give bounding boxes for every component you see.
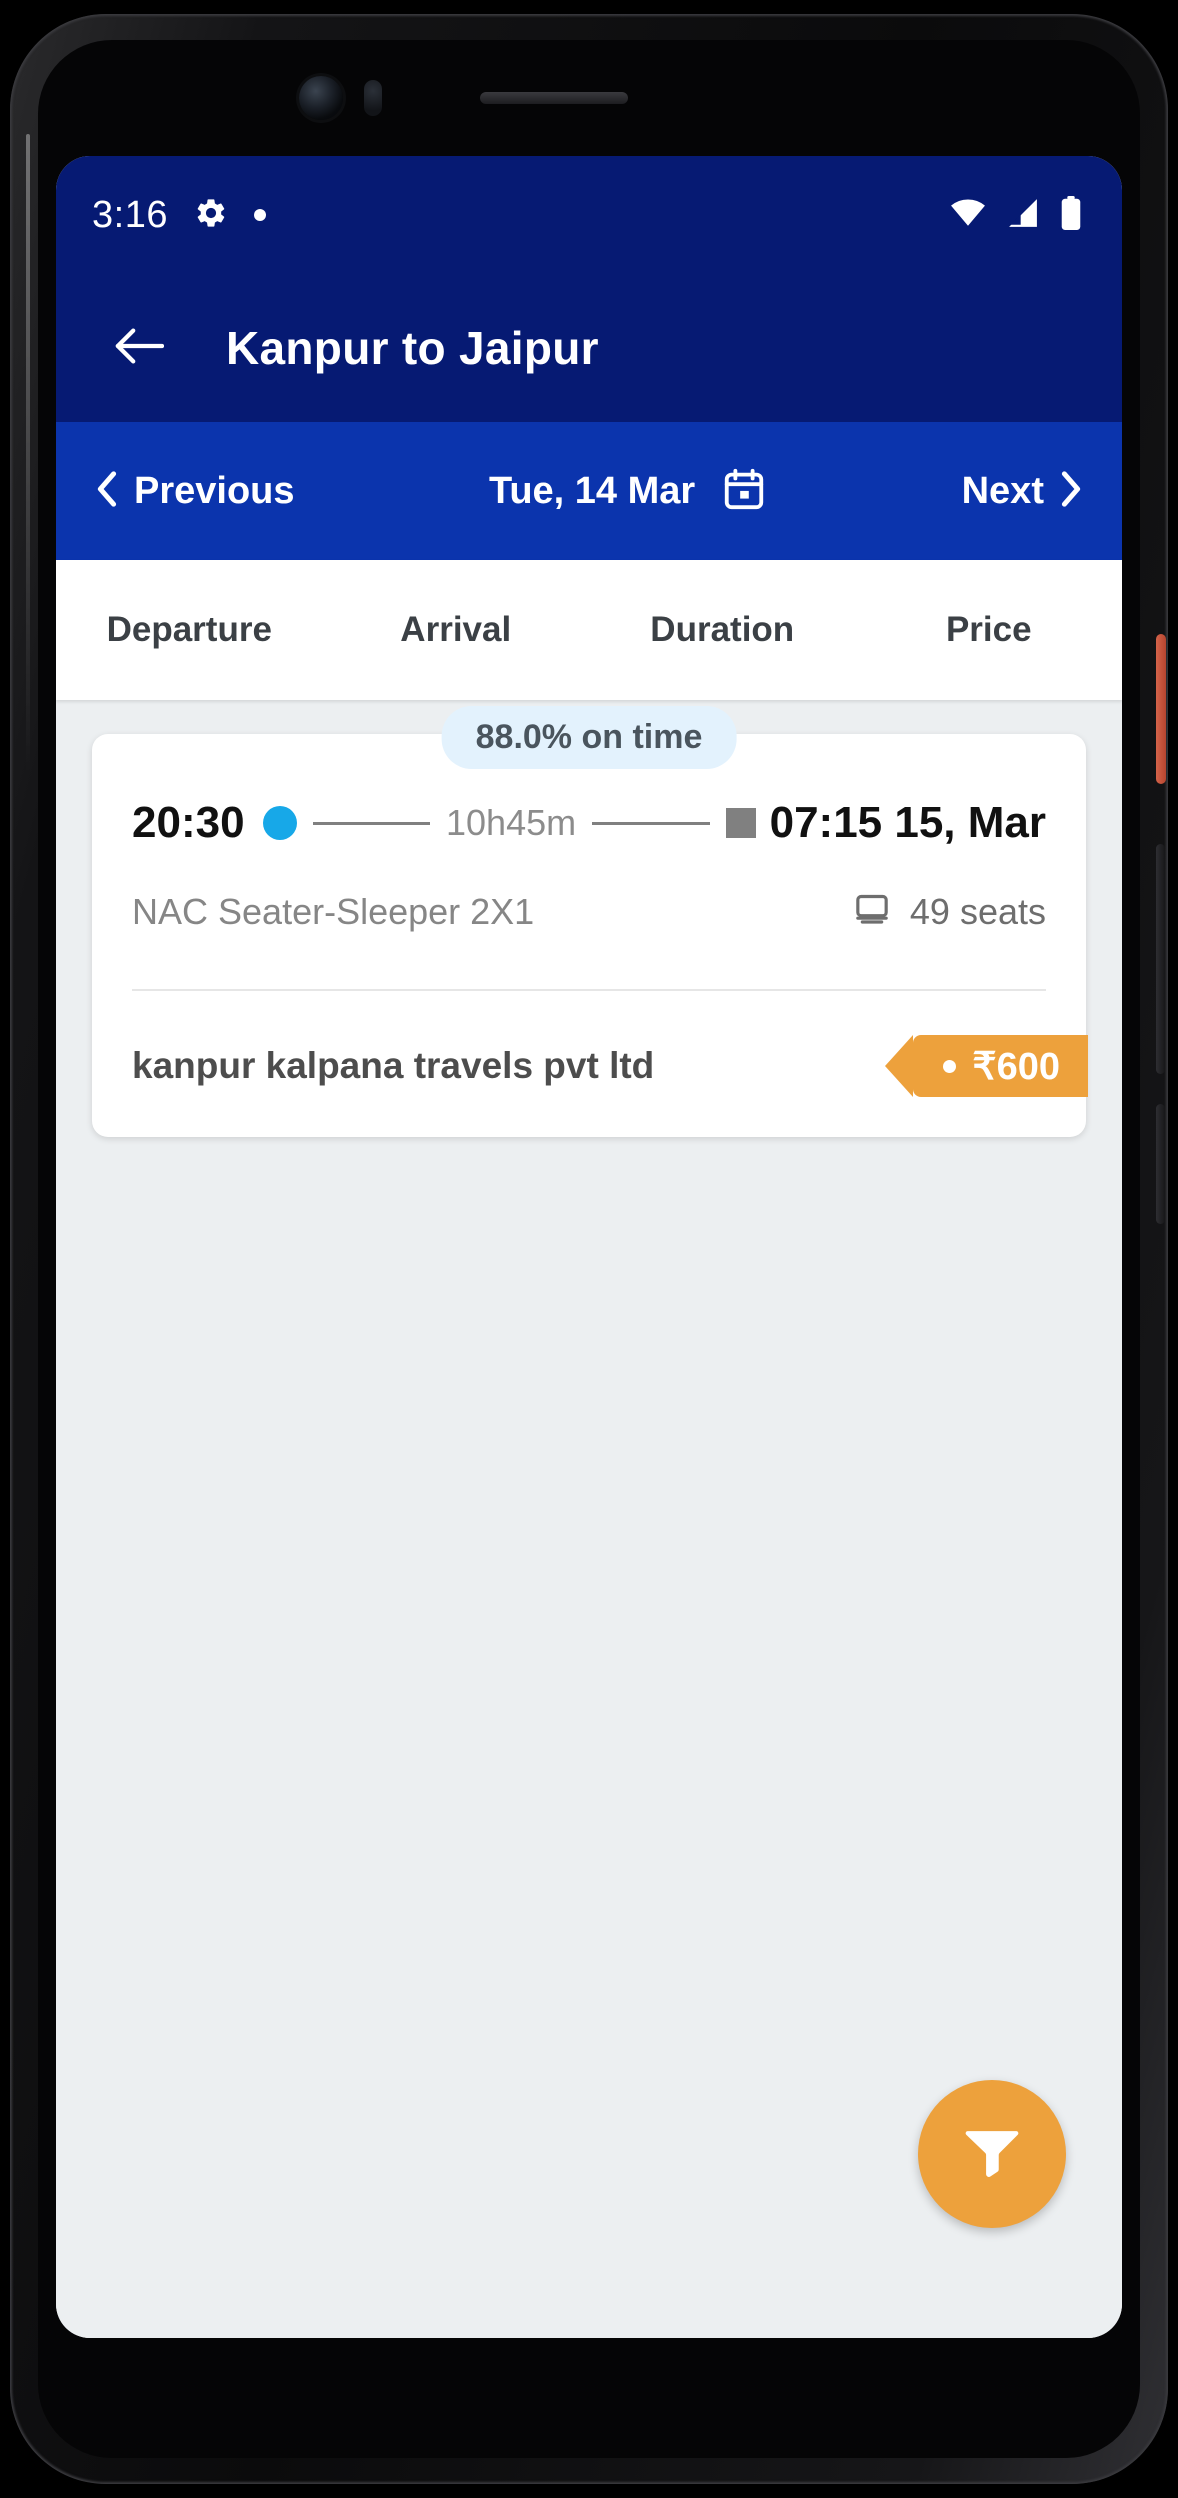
- date-picker-button[interactable]: Tue, 14 Mar: [489, 466, 767, 517]
- filter-funnel-icon: [959, 2119, 1025, 2190]
- calendar-icon[interactable]: [721, 466, 767, 517]
- phone-body: 3:16 Kanpur to Jaipur Previous Tue, 14 M…: [10, 14, 1168, 2484]
- price-tag[interactable]: ₹600: [885, 1035, 1088, 1097]
- filter-fab-button[interactable]: [918, 2080, 1066, 2228]
- previous-day-button[interactable]: Previous: [94, 470, 295, 513]
- price-tag-hole-icon: [943, 1059, 957, 1073]
- tab-departure[interactable]: Departure: [56, 610, 323, 650]
- cellular-signal-icon: [1006, 198, 1040, 233]
- bezel-highlight: [26, 134, 30, 774]
- earpiece-speaker: [480, 92, 628, 104]
- seats-count-label: 49 seats: [909, 890, 1046, 932]
- departure-time: 20:30: [132, 798, 245, 847]
- journey-duration: 10h45m: [446, 802, 577, 843]
- wifi-icon: [950, 198, 986, 233]
- page-title: Kanpur to Jaipur: [226, 322, 599, 374]
- arrival-time: 07:15 15, Mar: [769, 798, 1046, 847]
- journey-row: 20:30 10h45m 07:15 15, Mar: [132, 798, 1046, 848]
- next-day-button[interactable]: Next: [962, 470, 1084, 513]
- operator-name: kanpur kalpana travels pvt ltd: [132, 1045, 655, 1086]
- selected-date-label: Tue, 14 Mar: [488, 469, 696, 512]
- volume-up-button[interactable]: [1156, 844, 1165, 1074]
- tab-duration[interactable]: Duration: [589, 610, 856, 650]
- operator-row: kanpur kalpana travels pvt ltd ₹600: [132, 1035, 1088, 1097]
- front-camera-lens: [299, 76, 343, 120]
- screenshot-stage: 3:16 Kanpur to Jaipur Previous Tue, 14 M…: [0, 0, 1178, 2498]
- seats-availability: 49 seats: [852, 890, 1046, 933]
- phone-screen: 3:16 Kanpur to Jaipur Previous Tue, 14 M…: [56, 156, 1122, 2338]
- battery-icon: [1060, 195, 1082, 235]
- bus-result-card[interactable]: 88.0% on time 20:30 10h45m 07:15 15, Mar…: [92, 706, 1088, 1137]
- journey-line-right: [592, 821, 710, 825]
- status-bar-left: 3:16: [92, 194, 266, 237]
- volume-down-button[interactable]: [1156, 1104, 1165, 1224]
- journey-line-left: [312, 821, 431, 825]
- tab-price[interactable]: Price: [856, 610, 1123, 650]
- date-navigation-bar: Previous Tue, 14 Mar Next: [56, 422, 1122, 560]
- price-amount: ₹600: [972, 1045, 1060, 1088]
- status-bar-clock: 3:16: [92, 193, 168, 236]
- on-time-badge: 88.0% on time: [441, 706, 737, 769]
- chevron-left-icon: [94, 470, 120, 513]
- card-divider: [132, 989, 1046, 991]
- bus-details-row: NAC Seater-Sleeper 2X1 49 seats: [132, 890, 1046, 933]
- bus-results-list: 88.0% on time 20:30 10h45m 07:15 15, Mar…: [56, 700, 1122, 2338]
- arrival-square-icon: [725, 808, 756, 838]
- departure-dot-icon: [262, 806, 297, 840]
- status-bar: 3:16: [56, 156, 1122, 274]
- chevron-right-icon: [1058, 470, 1084, 513]
- dot-indicator-icon: [253, 209, 266, 221]
- sensor-module: [364, 80, 382, 116]
- bus-type-label: NAC Seater-Sleeper 2X1: [132, 890, 535, 932]
- power-button[interactable]: [1156, 634, 1166, 784]
- seat-icon: [852, 890, 892, 933]
- gear-icon: [194, 196, 228, 235]
- app-bar: Kanpur to Jaipur: [56, 274, 1122, 422]
- previous-day-label: Previous: [134, 469, 295, 512]
- arrow-left-icon[interactable]: [114, 326, 165, 371]
- status-bar-right: [950, 195, 1082, 235]
- next-day-label: Next: [961, 469, 1044, 512]
- tab-arrival[interactable]: Arrival: [323, 610, 590, 650]
- sort-tab-bar: Departure Arrival Duration Price: [56, 560, 1122, 700]
